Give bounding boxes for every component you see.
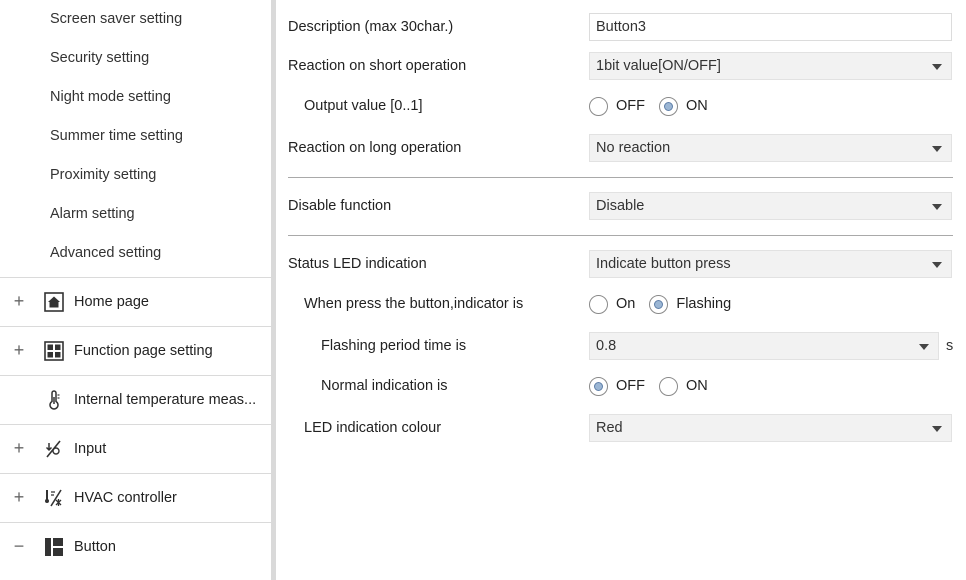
sidebar-item-proximity[interactable]: Proximity setting	[50, 164, 156, 186]
chevron-down-icon[interactable]	[932, 146, 942, 152]
layout-icon	[44, 537, 64, 557]
normal-indication-row: Normal indication is OFF ON	[276, 372, 966, 400]
tree-item-label: Internal temperature meas...	[74, 392, 257, 408]
sidebar-item-advanced[interactable]: Advanced setting	[50, 242, 161, 264]
tree-item-label: Input	[74, 441, 107, 457]
radio-circle-icon[interactable]	[589, 96, 608, 116]
parameter-form: Description (max 30char.) Button3 Reacti…	[276, 0, 966, 580]
long-operation-label: Reaction on long operation	[288, 140, 462, 156]
short-operation-row: Reaction on short operation 1bit value[O…	[276, 52, 966, 80]
long-operation-select[interactable]: No reaction	[589, 134, 952, 162]
section-divider	[288, 177, 953, 178]
tree-item-label: Button	[74, 539, 116, 555]
expand-icon[interactable]: +	[12, 340, 26, 360]
sidebar-item-screen-saver[interactable]: Screen saver setting	[50, 8, 182, 30]
press-indicator-row: When press the button,indicator is On Fl…	[276, 290, 966, 318]
led-colour-select[interactable]: Red	[589, 414, 952, 442]
collapse-icon[interactable]: −	[12, 536, 26, 556]
tree-item-button[interactable]: − Button	[0, 522, 271, 571]
chevron-down-icon[interactable]	[932, 204, 942, 210]
status-led-label: Status LED indication	[288, 256, 427, 272]
radio-circle-icon[interactable]	[589, 294, 608, 314]
long-operation-row: Reaction on long operation No reaction	[276, 134, 966, 162]
output-value-radio-group: OFF ON	[589, 94, 722, 118]
status-led-value: Indicate button press	[596, 256, 731, 272]
chevron-down-icon[interactable]	[932, 262, 942, 268]
radio-circle-icon[interactable]	[649, 294, 669, 314]
short-operation-label: Reaction on short operation	[288, 58, 467, 74]
expand-icon[interactable]: +	[12, 438, 26, 458]
sidebar-item-night-mode[interactable]: Night mode setting	[50, 86, 171, 108]
output-value-row: Output value [0..1] OFF ON	[276, 92, 966, 120]
description-row: Description (max 30char.) Button3	[276, 13, 966, 41]
radio-circle-icon[interactable]	[659, 96, 678, 116]
flashing-period-value: 0.8	[596, 338, 617, 354]
radio-circle-icon[interactable]	[589, 376, 608, 396]
description-label: Description (max 30char.)	[288, 19, 454, 35]
tree-item-input[interactable]: + Input	[0, 424, 271, 473]
flashing-period-select[interactable]: 0.8	[589, 332, 939, 360]
grid-icon	[44, 341, 64, 361]
chevron-down-icon[interactable]	[932, 64, 942, 70]
expand-placeholder	[12, 389, 26, 409]
press-indicator-radio-on[interactable]: On	[589, 294, 635, 314]
short-operation-select[interactable]: 1bit value[ON/OFF]	[589, 52, 952, 80]
tree-item-internal-temperature[interactable]: Internal temperature meas...	[0, 375, 271, 424]
tree-item-label: Home page	[74, 294, 149, 310]
disable-function-select[interactable]: Disable	[589, 192, 952, 220]
status-led-select[interactable]: Indicate button press	[589, 250, 952, 278]
short-operation-value: 1bit value[ON/OFF]	[596, 58, 721, 74]
tree-item-home-page[interactable]: + Home page	[0, 277, 271, 326]
expand-icon[interactable]: +	[12, 291, 26, 311]
disable-function-label: Disable function	[288, 198, 392, 214]
sidebar-item-summer-time[interactable]: Summer time setting	[50, 125, 183, 147]
disable-function-value: Disable	[596, 198, 645, 214]
led-colour-label: LED indication colour	[304, 420, 442, 436]
flashing-period-label: Flashing period time is	[321, 338, 467, 354]
hvac-icon	[44, 488, 64, 508]
flashing-period-unit: s	[946, 338, 954, 354]
press-indicator-radio-group: On Flashing	[589, 292, 745, 316]
section-divider	[288, 235, 953, 236]
led-colour-value: Red	[596, 420, 623, 436]
press-indicator-radio-flashing[interactable]: Flashing	[649, 294, 731, 314]
sidebar: Screen saver setting Security setting Ni…	[0, 0, 271, 580]
home-icon	[44, 292, 64, 312]
press-indicator-label: When press the button,indicator is	[304, 296, 524, 312]
normal-indication-radio-group: OFF ON	[589, 374, 722, 398]
chevron-down-icon[interactable]	[932, 426, 942, 432]
tree-item-label: HVAC controller	[74, 490, 177, 506]
thermometer-icon	[44, 390, 64, 410]
output-value-label: Output value [0..1]	[304, 98, 423, 114]
radio-circle-icon[interactable]	[659, 376, 678, 396]
output-value-radio-on[interactable]: ON	[659, 96, 708, 116]
tree-item-function-page[interactable]: + Function page setting	[0, 326, 271, 375]
input-icon	[44, 439, 64, 459]
normal-indication-radio-off[interactable]: OFF	[589, 376, 645, 396]
expand-icon[interactable]: +	[12, 487, 26, 507]
tree-item-label: Function page setting	[74, 343, 213, 359]
normal-indication-radio-on[interactable]: ON	[659, 376, 708, 396]
sidebar-item-alarm[interactable]: Alarm setting	[50, 203, 135, 225]
description-input[interactable]: Button3	[589, 13, 952, 41]
sidebar-item-security[interactable]: Security setting	[50, 47, 149, 69]
chevron-down-icon[interactable]	[919, 344, 929, 350]
disable-function-row: Disable function Disable	[276, 192, 966, 220]
status-led-row: Status LED indication Indicate button pr…	[276, 250, 966, 278]
tree-item-hvac-controller[interactable]: + HVAC controller	[0, 473, 271, 522]
long-operation-value: No reaction	[596, 140, 671, 156]
led-colour-row: LED indication colour Red	[276, 414, 966, 442]
flashing-period-row: Flashing period time is 0.8 s	[276, 332, 966, 360]
normal-indication-label: Normal indication is	[321, 378, 448, 394]
output-value-radio-off[interactable]: OFF	[589, 96, 645, 116]
